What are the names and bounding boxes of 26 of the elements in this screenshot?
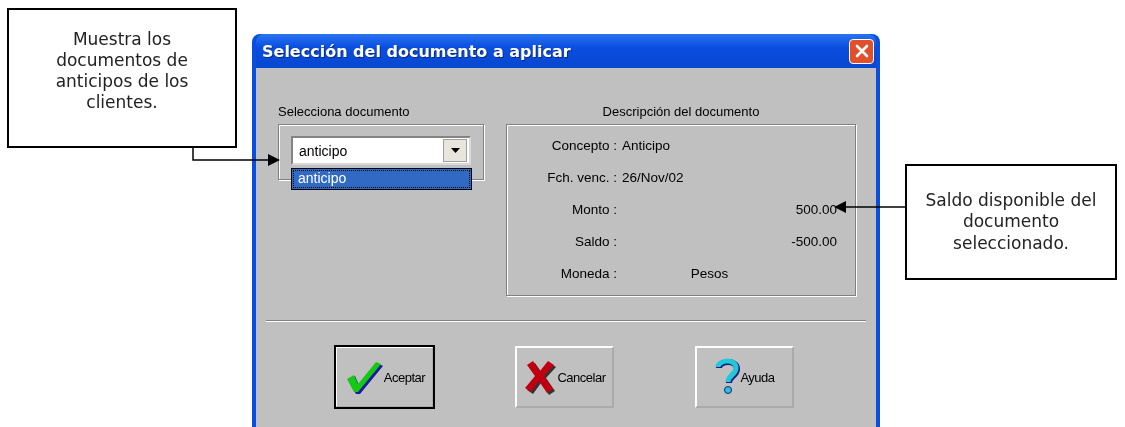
field-label: Moneda : — [559, 265, 617, 281]
field-label: Fch. venc. : — [546, 169, 617, 185]
group-label: Descripción del documento — [601, 104, 761, 121]
help-button[interactable]: Ayuda — [695, 346, 794, 408]
group-label: Selecciona documento — [278, 104, 411, 121]
caret-icon — [450, 148, 460, 153]
window-title: Selección del documento a aplicar — [262, 41, 571, 61]
cross-icon — [523, 359, 558, 395]
close-button[interactable] — [849, 38, 874, 64]
field-label: Saldo : — [573, 233, 617, 249]
close-icon — [854, 44, 869, 58]
cancel-button[interactable]: Cancelar — [515, 346, 614, 408]
document-dropdown[interactable]: anticipo — [291, 136, 471, 165]
field-value: -500.00 — [790, 233, 837, 249]
accept-button[interactable]: Aceptar — [335, 346, 434, 408]
field-label: Concepto : — [550, 137, 617, 153]
field-value: 26/Nov/02 — [622, 169, 685, 185]
field-value: Pesos — [689, 265, 730, 281]
field-label: Monto : — [570, 201, 617, 217]
question-mark-icon — [714, 357, 741, 397]
field-value: 500.00 — [794, 201, 837, 217]
dropdown-button[interactable] — [443, 139, 467, 162]
field-value: Anticipo — [622, 137, 672, 153]
callout-text: Muestra los documentos de anticipos de los clientes. — [54, 28, 190, 114]
callout-text: Saldo disponible del documento seleccionado. — [924, 190, 1098, 254]
dropdown-option[interactable]: anticipo — [292, 169, 471, 189]
